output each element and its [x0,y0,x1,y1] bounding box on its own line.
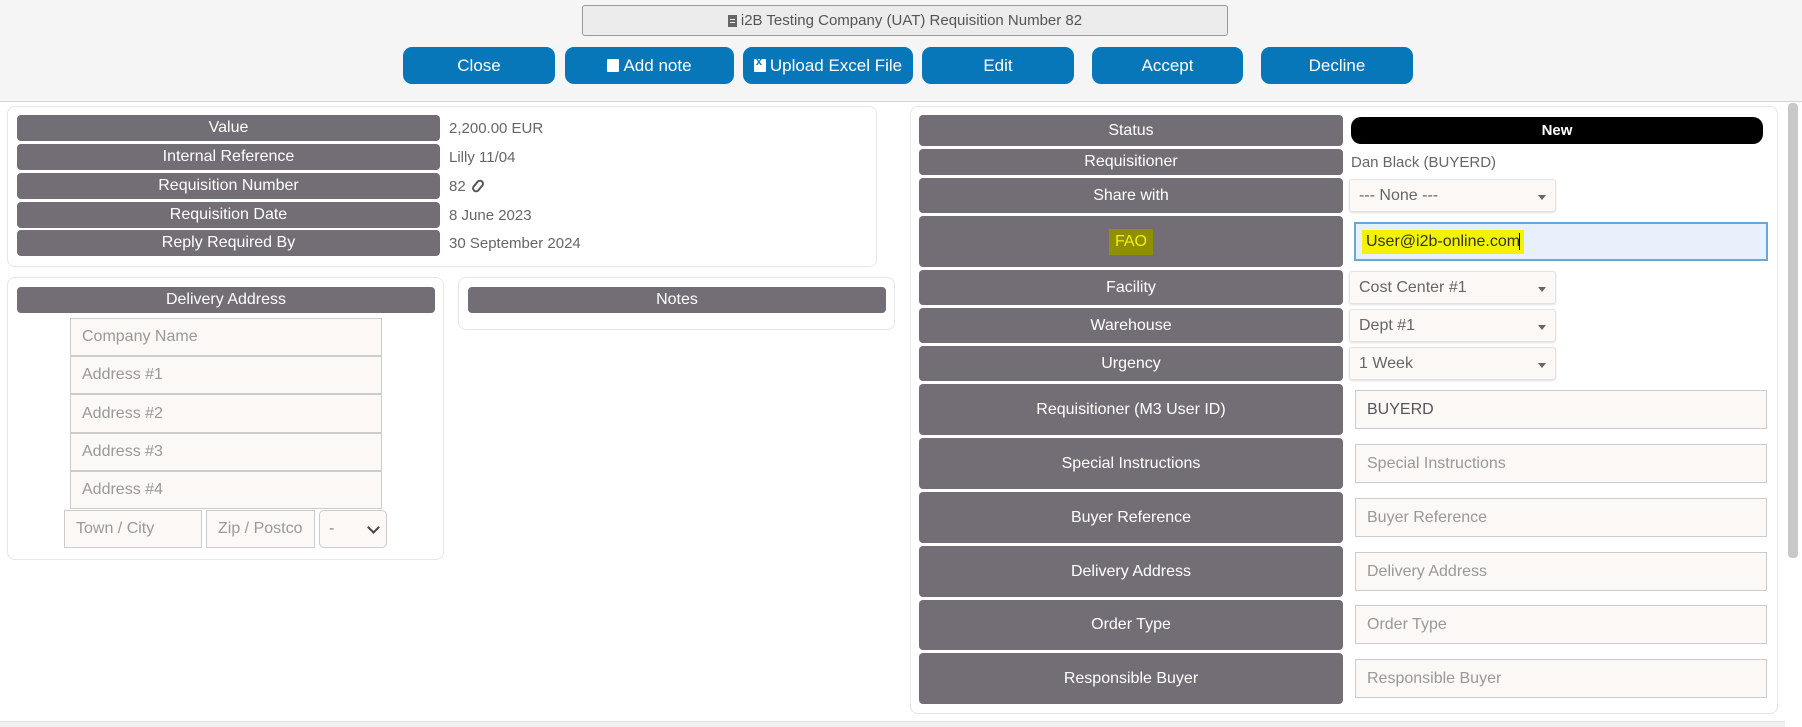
delivery-address-heading: Delivery Address [17,287,435,313]
responsible-buyer-label: Responsible Buyer [919,653,1343,704]
town-city-input[interactable]: Town / City [64,510,202,548]
urgency-label: Urgency [919,346,1343,381]
special-instructions-input[interactable]: Special Instructions [1355,444,1767,483]
address-1-input[interactable]: Address #1 [70,356,382,394]
status-label: Status [919,115,1343,146]
buyer-reference-label: Buyer Reference [919,492,1343,543]
fao-label: FAO [919,216,1343,267]
status-badge: New [1351,117,1763,144]
address-2-input[interactable]: Address #2 [70,394,382,433]
warehouse-label: Warehouse [919,308,1343,343]
delivery-address-input[interactable]: Delivery Address [1355,552,1767,591]
bottom-divider [0,721,1785,727]
upload-excel-button[interactable]: Upload Excel File [743,47,913,84]
notes-heading: Notes [468,287,886,313]
requisition-number-label: Requisition Number [17,173,440,199]
chevron-down-icon [367,521,380,534]
upload-excel-button-label: Upload Excel File [769,55,903,75]
country-select[interactable]: - [319,510,387,548]
caret-down-icon [1538,194,1546,200]
zip-postcode-input[interactable]: Zip / Postco [206,510,315,548]
note-icon [607,59,620,72]
internal-reference-text: Lilly 11/04 [449,148,516,166]
close-button[interactable]: Close [403,47,555,84]
facility-label: Facility [919,270,1343,305]
order-type-input[interactable]: Order Type [1355,605,1767,644]
page-title-text: i2B Testing Company (UAT) Requisition Nu… [740,12,1083,29]
top-toolbar: i2B Testing Company (UAT) Requisition Nu… [0,0,1802,102]
decline-button[interactable]: Decline [1261,47,1413,84]
address-3-input[interactable]: Address #3 [70,433,382,471]
caret-down-icon [1538,362,1546,368]
share-with-select[interactable]: --- None --- [1349,179,1556,212]
country-select-value: - [329,520,335,537]
fao-input-value: User@i2b-online.com [1362,229,1525,254]
company-name-input[interactable]: Company Name [70,318,382,356]
requisitioner-label: Requisitioner [919,149,1343,175]
edit-button-label: Edit [983,55,1013,75]
reply-required-text: 30 September 2024 [449,234,581,252]
caret-down-icon [1538,324,1546,330]
m3-user-id-input[interactable]: BUYERD [1355,390,1767,429]
fao-input[interactable]: User@i2b-online.com [1354,222,1768,261]
reply-required-label: Reply Required By [17,230,440,256]
document-icon [727,14,737,27]
accept-button-label: Accept [1141,55,1194,75]
decline-button-label: Decline [1308,55,1366,75]
requisition-number-text: 82 [449,177,466,195]
m3-user-id-label: Requisitioner (M3 User ID) [919,384,1343,435]
facility-value: Cost Center #1 [1359,278,1467,296]
address-4-input[interactable]: Address #4 [70,471,382,509]
urgency-select[interactable]: 1 Week [1349,347,1556,380]
text-cursor [1519,233,1521,250]
page-title: i2B Testing Company (UAT) Requisition Nu… [582,5,1228,36]
value-label: Value [17,115,440,141]
internal-reference-label: Internal Reference [17,144,440,170]
responsible-buyer-input[interactable]: Responsible Buyer [1355,659,1767,698]
fao-label-text: FAO [1108,228,1153,255]
caret-down-icon [1538,286,1546,292]
buyer-reference-input[interactable]: Buyer Reference [1355,498,1767,537]
requisition-number-value: 82 [449,173,486,199]
excel-file-icon [753,56,766,72]
requisition-date-text: 8 June 2023 [449,206,532,224]
close-button-label: Close [457,55,501,75]
add-note-button-label: Add note [623,55,692,75]
accept-button[interactable]: Accept [1092,47,1243,84]
delivery-address-label: Delivery Address [919,546,1343,597]
add-note-button[interactable]: Add note [565,47,734,84]
facility-select[interactable]: Cost Center #1 [1349,271,1556,304]
vertical-scrollbar[interactable] [1788,103,1798,558]
requisition-date-label: Requisition Date [17,202,440,228]
urgency-value: 1 Week [1359,354,1413,372]
special-instructions-label: Special Instructions [919,438,1343,489]
value-text: 2,200.00 EUR [449,119,544,137]
share-with-value: --- None --- [1359,186,1439,204]
edit-button[interactable]: Edit [922,47,1074,84]
warehouse-value: Dept #1 [1359,316,1416,334]
order-type-label: Order Type [919,600,1343,650]
share-with-label: Share with [919,178,1343,213]
requisitioner-text: Dan Black (BUYERD) [1351,153,1497,171]
warehouse-select[interactable]: Dept #1 [1349,309,1556,342]
